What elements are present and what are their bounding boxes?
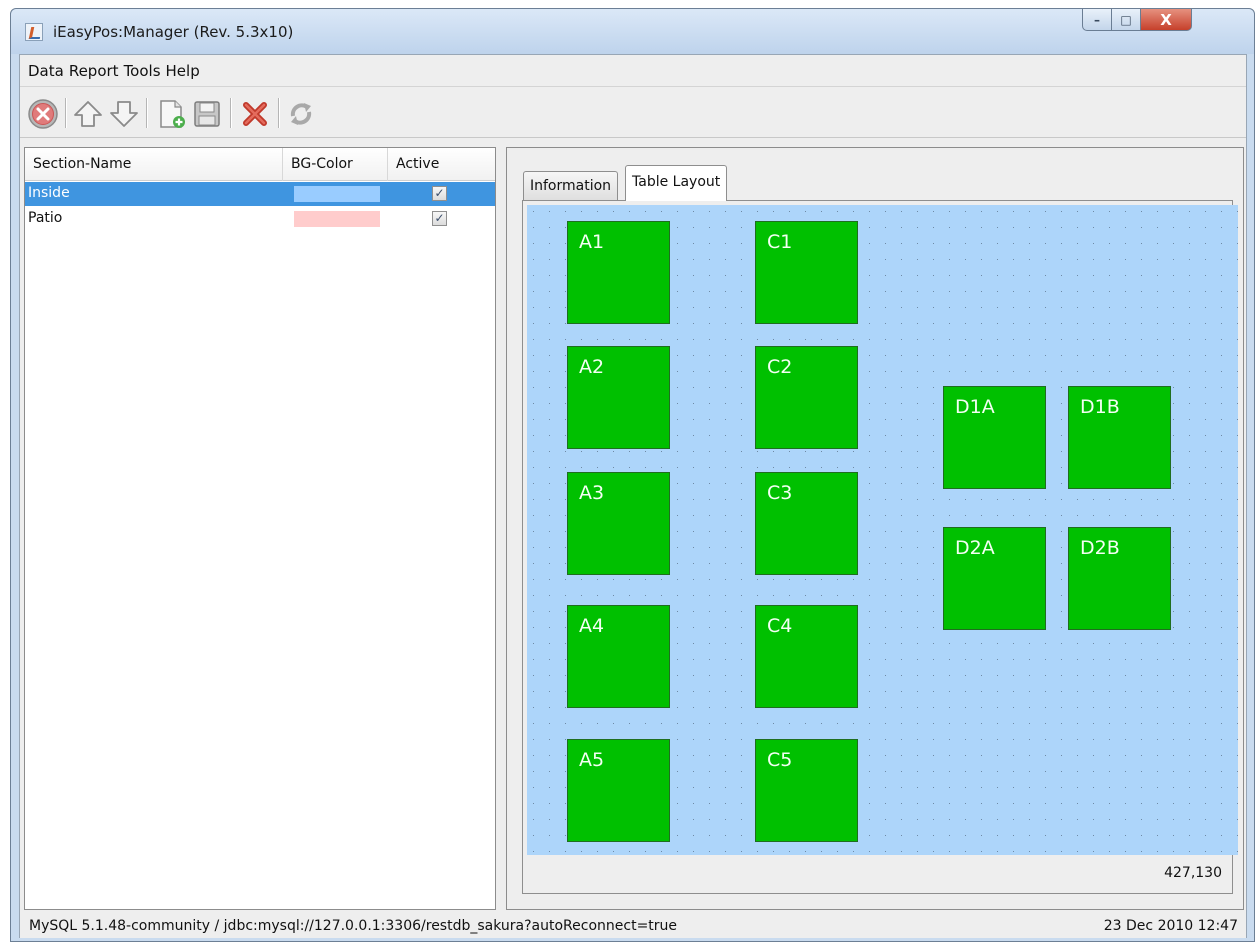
table-c5[interactable]: C5 [755,739,858,842]
bg-color-swatch[interactable] [294,186,380,202]
menu-data[interactable]: Data [28,62,64,80]
menu-report[interactable]: Report [69,62,119,80]
tab-table-layout[interactable]: Table Layout [625,165,728,201]
table-label: A3 [579,482,605,504]
toolbar-separator [65,98,67,128]
connection-status: MySQL 5.1.48-community / jdbc:mysql://12… [29,918,678,934]
refresh-icon [290,103,312,125]
close-button[interactable]: X [1140,9,1192,31]
column-header-section-name[interactable]: Section-Name [25,148,283,181]
section-name-cell: Patio [28,210,63,226]
window-title: iEasyPos:Manager (Rev. 5.3x10) [53,23,294,41]
new-document-icon [160,100,185,128]
table-label: C5 [767,749,793,771]
sections-table: Section-Name BG-Color Active Inside ✓ Pati… [24,147,496,910]
table-a3[interactable]: A3 [567,472,670,575]
table-a1[interactable]: A1 [567,221,670,324]
move-up-button[interactable] [71,97,105,131]
column-header-active[interactable]: Active [388,148,497,181]
table-c1[interactable]: C1 [755,221,858,324]
toolbar-separator [278,98,280,128]
arrow-down-icon [110,101,138,127]
table-label: D1B [1080,396,1120,418]
detail-panel: Information A1 A2 A3 A4 A5 C1 C2 C3 C4 C5 D1A D1B D2… [506,147,1244,910]
table-label: C4 [767,615,793,637]
active-checkbox[interactable]: ✓ [432,211,447,226]
table-label: D2B [1080,537,1120,559]
tab-information[interactable]: Information [523,171,619,201]
status-datetime: 23 Dec 2010 12:47 [1103,918,1238,934]
toolbar-separator [230,98,232,128]
menu-tools[interactable]: Tools [124,62,161,80]
toolbar [20,88,1246,138]
table-c4[interactable]: C4 [755,605,858,708]
move-down-button[interactable] [107,97,141,131]
table-header: Section-Name BG-Color Active [25,148,495,181]
java-app-icon [25,23,43,41]
table-label: C2 [767,356,793,378]
save-button[interactable] [190,97,224,131]
table-d2a[interactable]: D2A [943,527,1046,630]
active-checkbox[interactable]: ✓ [432,186,447,201]
client-area: Data Report Tools Help Section-Name BG-C… [19,54,1247,938]
title-bar[interactable]: iEasyPos:Manager (Rev. 5.3x10) – □ X [11,9,1254,54]
red-x-icon [243,102,267,126]
table-a4[interactable]: A4 [567,605,670,708]
cursor-coordinates: 427,130 [1164,865,1222,881]
table-label: D1A [955,396,995,418]
section-name-cell: Inside [28,185,70,201]
table-d2b[interactable]: D2B [1068,527,1171,630]
tab-content: A1 A2 A3 A4 A5 C1 C2 C3 C4 C5 D1A D1B D2A D2B 427,130 [522,200,1238,894]
table-label: C1 [767,231,793,253]
toolbar-separator [146,98,148,128]
menu-bar: Data Report Tools Help [20,55,1246,87]
table-c2[interactable]: C2 [755,346,858,449]
table-a2[interactable]: A2 [567,346,670,449]
table-c3[interactable]: C3 [755,472,858,575]
floppy-disk-icon [194,101,220,127]
table-label: C3 [767,482,793,504]
delete-button[interactable] [238,97,272,131]
maximize-button[interactable]: □ [1111,9,1141,31]
refresh-button[interactable] [284,97,318,131]
menu-help[interactable]: Help [166,62,200,80]
cancel-circle-icon [28,99,58,129]
table-layout-canvas[interactable]: A1 A2 A3 A4 A5 C1 C2 C3 C4 C5 D1A D1B D2A D2B [527,205,1238,855]
table-row[interactable]: Patio ✓ [25,207,495,231]
table-d1a[interactable]: D1A [943,386,1046,489]
table-a5[interactable]: A5 [567,739,670,842]
bg-color-swatch[interactable] [294,211,380,227]
table-row[interactable]: Inside ✓ [25,182,495,206]
column-header-bg-color[interactable]: BG-Color [283,148,388,181]
table-label: D2A [955,537,995,559]
table-label: A4 [579,615,605,637]
new-button[interactable] [154,97,188,131]
status-bar: MySQL 5.1.48-community / jdbc:mysql://12… [20,916,1246,938]
table-label: A1 [579,231,605,253]
minimize-button[interactable]: – [1082,9,1112,31]
arrow-up-icon [74,101,102,127]
table-label: A5 [579,749,605,771]
table-d1b[interactable]: D1B [1068,386,1171,489]
cancel-button[interactable] [26,97,60,131]
table-label: A2 [579,356,605,378]
app-window: iEasyPos:Manager (Rev. 5.3x10) – □ X Dat… [10,8,1255,942]
